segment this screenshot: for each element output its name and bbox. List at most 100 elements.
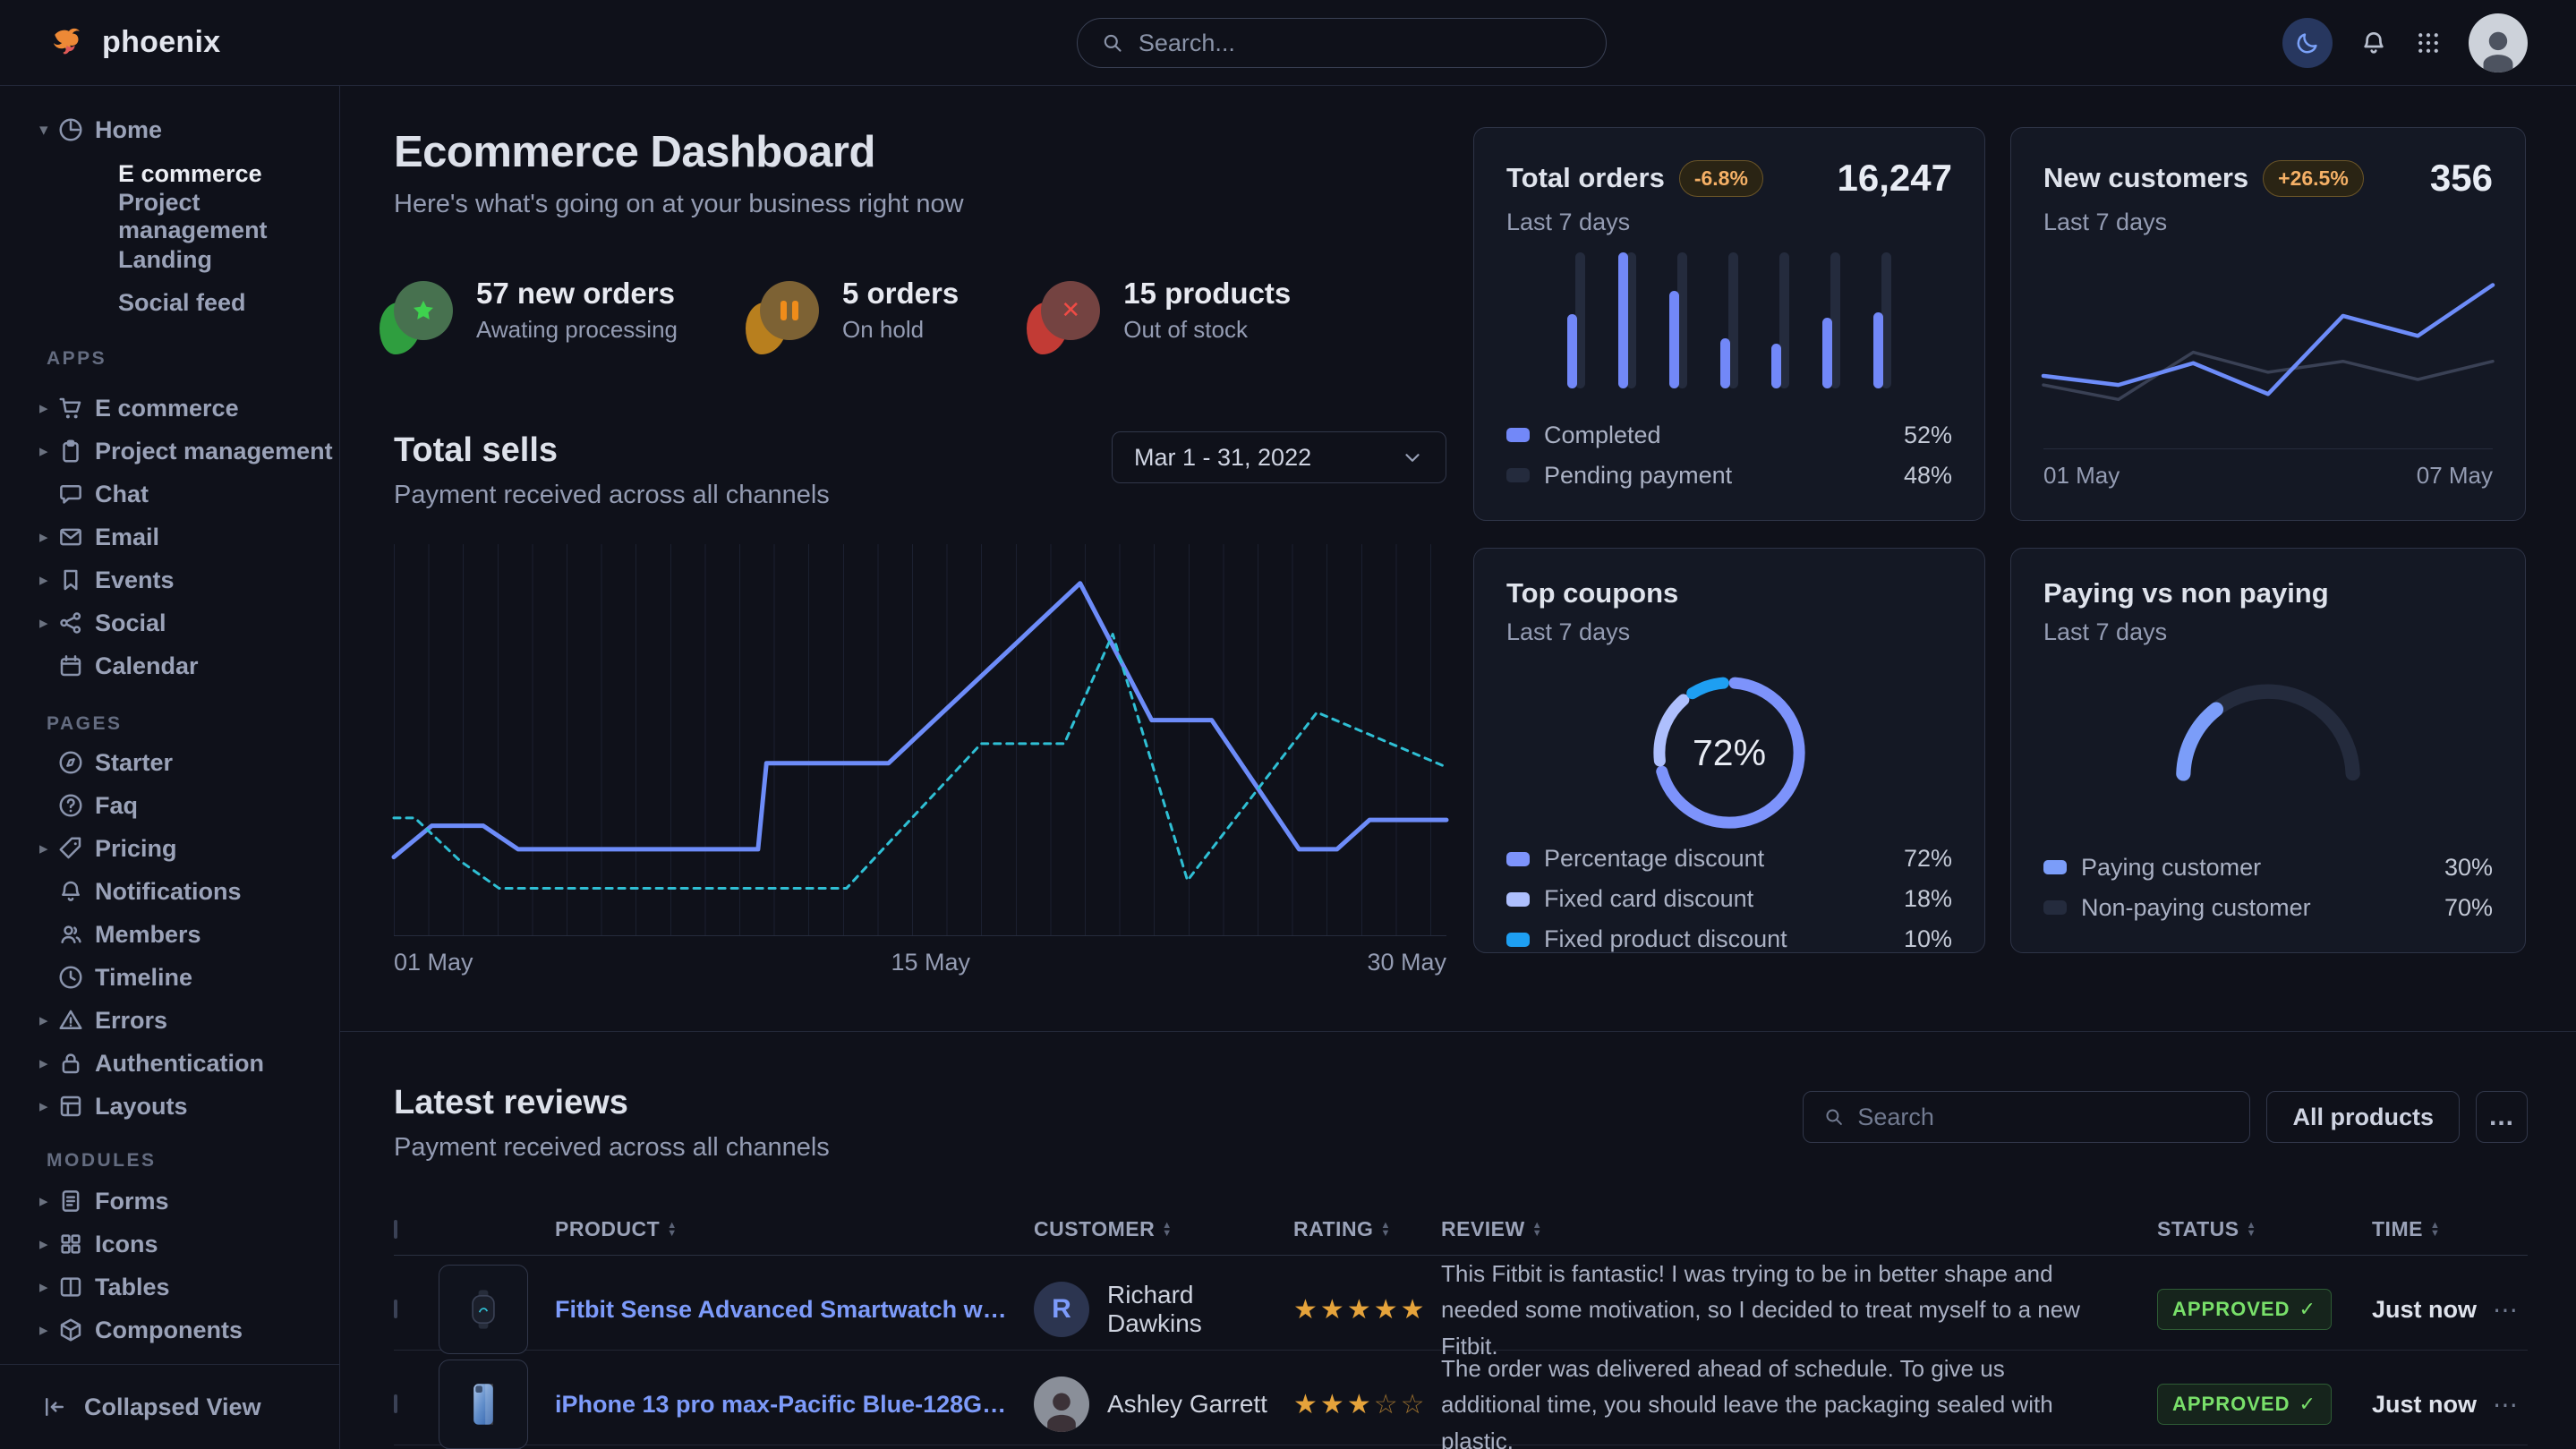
sidebar-item-members[interactable]: Members bbox=[0, 913, 339, 956]
select-all-checkbox[interactable] bbox=[394, 1220, 397, 1239]
lock-icon bbox=[57, 1050, 84, 1077]
sidebar-item-faq[interactable]: Faq bbox=[0, 784, 339, 827]
sidebar-item-social[interactable]: ▸Social bbox=[0, 601, 339, 644]
sidebar-item-calendar[interactable]: Calendar bbox=[0, 644, 339, 687]
column-review[interactable]: REVIEW▲▼ bbox=[1441, 1217, 2157, 1241]
brand-logo[interactable]: phoenix bbox=[50, 24, 220, 62]
check-icon: ✓ bbox=[2299, 1393, 2316, 1416]
layout-icon bbox=[57, 1093, 84, 1120]
reviews-table-header: PRODUCT▲▼ CUSTOMER▲▼ RATING▲▼ REVIEW▲▼ S… bbox=[394, 1204, 2528, 1256]
paying-gauge-chart bbox=[2170, 679, 2367, 788]
chevron-right-icon: ▸ bbox=[39, 570, 48, 591]
sidebar-section-modules: MODULES bbox=[0, 1147, 339, 1174]
package-box-icon bbox=[57, 1317, 84, 1343]
table-icon bbox=[57, 1274, 84, 1300]
column-time[interactable]: TIME▲▼ bbox=[2372, 1217, 2484, 1241]
new-customers-line-chart bbox=[2043, 258, 2493, 439]
collapse-sidebar-button[interactable]: Collapsed View bbox=[0, 1364, 339, 1449]
nine-dots-grid-icon[interactable] bbox=[2415, 30, 2442, 56]
sidebar-item-errors[interactable]: ▸Errors bbox=[0, 999, 339, 1042]
sidebar-item-notifications[interactable]: Notifications bbox=[0, 870, 339, 913]
review-time: Just now bbox=[2372, 1391, 2484, 1419]
sidebar-item-project-management[interactable]: Project management bbox=[0, 195, 339, 238]
date-range-select[interactable]: Mar 1 - 31, 2022 bbox=[1112, 431, 1446, 483]
sidebar-item-pricing[interactable]: ▸Pricing bbox=[0, 827, 339, 870]
new-customers-card: New customers +26.5% 356 Last 7 days 01 … bbox=[2010, 127, 2526, 521]
sidebar-item-components[interactable]: ▸Components bbox=[0, 1308, 339, 1351]
row-checkbox[interactable] bbox=[394, 1300, 397, 1318]
chevron-right-icon: ▸ bbox=[39, 398, 48, 419]
row-menu-button[interactable]: ⋯ bbox=[2484, 1390, 2528, 1419]
customer-avatar: R bbox=[1034, 1282, 1089, 1337]
sidebar-item-timeline[interactable]: Timeline bbox=[0, 956, 339, 999]
all-products-button[interactable]: All products bbox=[2266, 1091, 2460, 1143]
cart-icon bbox=[57, 395, 84, 422]
latest-reviews-subtitle: Payment received across all channels bbox=[394, 1133, 830, 1163]
product-thumbnail-smartwatch[interactable] bbox=[439, 1265, 528, 1354]
review-text: This Fitbit is fantastic! I was trying t… bbox=[1441, 1256, 2157, 1364]
table-row: iPhone 13 pro max-Pacific Blue-128GB sto… bbox=[394, 1351, 2528, 1445]
customer-cell[interactable]: Ashley Garrett bbox=[1034, 1377, 1293, 1432]
sidebar-item-landing[interactable]: Landing bbox=[0, 238, 339, 281]
legend-non-paying: Non-paying customer70% bbox=[2043, 894, 2493, 922]
global-search[interactable] bbox=[1077, 18, 1607, 68]
reviews-table: PRODUCT▲▼ CUSTOMER▲▼ RATING▲▼ REVIEW▲▼ S… bbox=[394, 1204, 2528, 1449]
question-circle-icon bbox=[57, 792, 84, 819]
column-rating[interactable]: RATING▲▼ bbox=[1293, 1217, 1441, 1241]
sidebar-item-authentication[interactable]: ▸Authentication bbox=[0, 1042, 339, 1085]
column-status[interactable]: STATUS▲▼ bbox=[2157, 1217, 2372, 1241]
column-product[interactable]: PRODUCT▲▼ bbox=[555, 1217, 1034, 1241]
reviews-search[interactable] bbox=[1803, 1091, 2250, 1143]
product-thumbnail-iphone[interactable] bbox=[439, 1360, 528, 1449]
sort-icon: ▲▼ bbox=[1532, 1222, 1542, 1237]
more-options-button[interactable]: ... bbox=[2476, 1091, 2528, 1143]
chevron-down-icon: ▾ bbox=[39, 120, 48, 141]
chevron-down-icon bbox=[1401, 446, 1424, 469]
sidebar-item-layouts[interactable]: ▸Layouts bbox=[0, 1085, 339, 1128]
sidebar-item-tables[interactable]: ▸Tables bbox=[0, 1266, 339, 1308]
product-link[interactable]: Fitbit Sense Advanced Smartwatch with To… bbox=[555, 1296, 1034, 1324]
chevron-right-icon: ▸ bbox=[39, 1096, 48, 1117]
search-icon bbox=[1823, 1105, 1845, 1129]
chevron-right-icon: ▸ bbox=[39, 1010, 48, 1031]
row-menu-button[interactable]: ⋯ bbox=[2484, 1295, 2528, 1325]
customer-cell[interactable]: R Richard Dawkins bbox=[1034, 1281, 1293, 1338]
sidebar-item-home[interactable]: ▾ Home bbox=[0, 107, 339, 152]
phoenix-logo-icon bbox=[50, 24, 88, 62]
reviews-search-input[interactable] bbox=[1857, 1104, 2230, 1131]
check-icon: ✓ bbox=[2299, 1298, 2316, 1321]
customer-avatar bbox=[1034, 1377, 1089, 1432]
share-nodes-icon bbox=[57, 609, 84, 636]
sidebar-item-chat[interactable]: Chat bbox=[0, 473, 339, 516]
sort-icon: ▲▼ bbox=[2247, 1222, 2256, 1237]
sidebar-item-social-feed[interactable]: Social feed bbox=[0, 281, 339, 324]
grid-squares-icon bbox=[57, 1231, 84, 1257]
rating-stars: ★★★☆☆ bbox=[1293, 1389, 1441, 1420]
stat-on-hold: 5 ordersOn hold bbox=[760, 277, 959, 344]
paying-vs-nonpaying-card: Paying vs non paying Last 7 days Paying … bbox=[2010, 548, 2526, 953]
calendar-icon bbox=[57, 652, 84, 679]
total-sells-chart bbox=[394, 544, 1446, 936]
envelope-icon bbox=[57, 524, 84, 550]
column-customer[interactable]: CUSTOMER▲▼ bbox=[1034, 1217, 1293, 1241]
global-search-input[interactable] bbox=[1139, 30, 1582, 57]
user-avatar[interactable] bbox=[2469, 13, 2528, 72]
bell-icon[interactable] bbox=[2359, 29, 2388, 57]
moon-icon bbox=[2294, 30, 2321, 56]
sort-icon: ▲▼ bbox=[667, 1222, 677, 1237]
sidebar-item-forms[interactable]: ▸Forms bbox=[0, 1180, 339, 1223]
sidebar-item-icons[interactable]: ▸Icons bbox=[0, 1223, 339, 1266]
product-link[interactable]: iPhone 13 pro max-Pacific Blue-128GB sto… bbox=[555, 1391, 1034, 1419]
theme-toggle-button[interactable] bbox=[2282, 18, 2333, 68]
brand-name: phoenix bbox=[102, 25, 220, 60]
sidebar-item-events[interactable]: ▸Events bbox=[0, 558, 339, 601]
stat-out-of-stock: ✕ 15 productsOut of stock bbox=[1041, 277, 1291, 344]
total-sells-title: Total sells bbox=[394, 431, 830, 470]
sidebar-item-project-management-app[interactable]: ▸Project management bbox=[0, 430, 339, 473]
bookmark-icon bbox=[57, 567, 84, 593]
sidebar-item-starter[interactable]: Starter bbox=[0, 741, 339, 784]
sidebar-item-email[interactable]: ▸Email bbox=[0, 516, 339, 558]
sidebar-item-ecommerce-app[interactable]: ▸E commerce bbox=[0, 387, 339, 430]
legend-percentage-discount: Percentage discount72% bbox=[1506, 845, 1952, 873]
row-checkbox[interactable] bbox=[394, 1394, 397, 1413]
